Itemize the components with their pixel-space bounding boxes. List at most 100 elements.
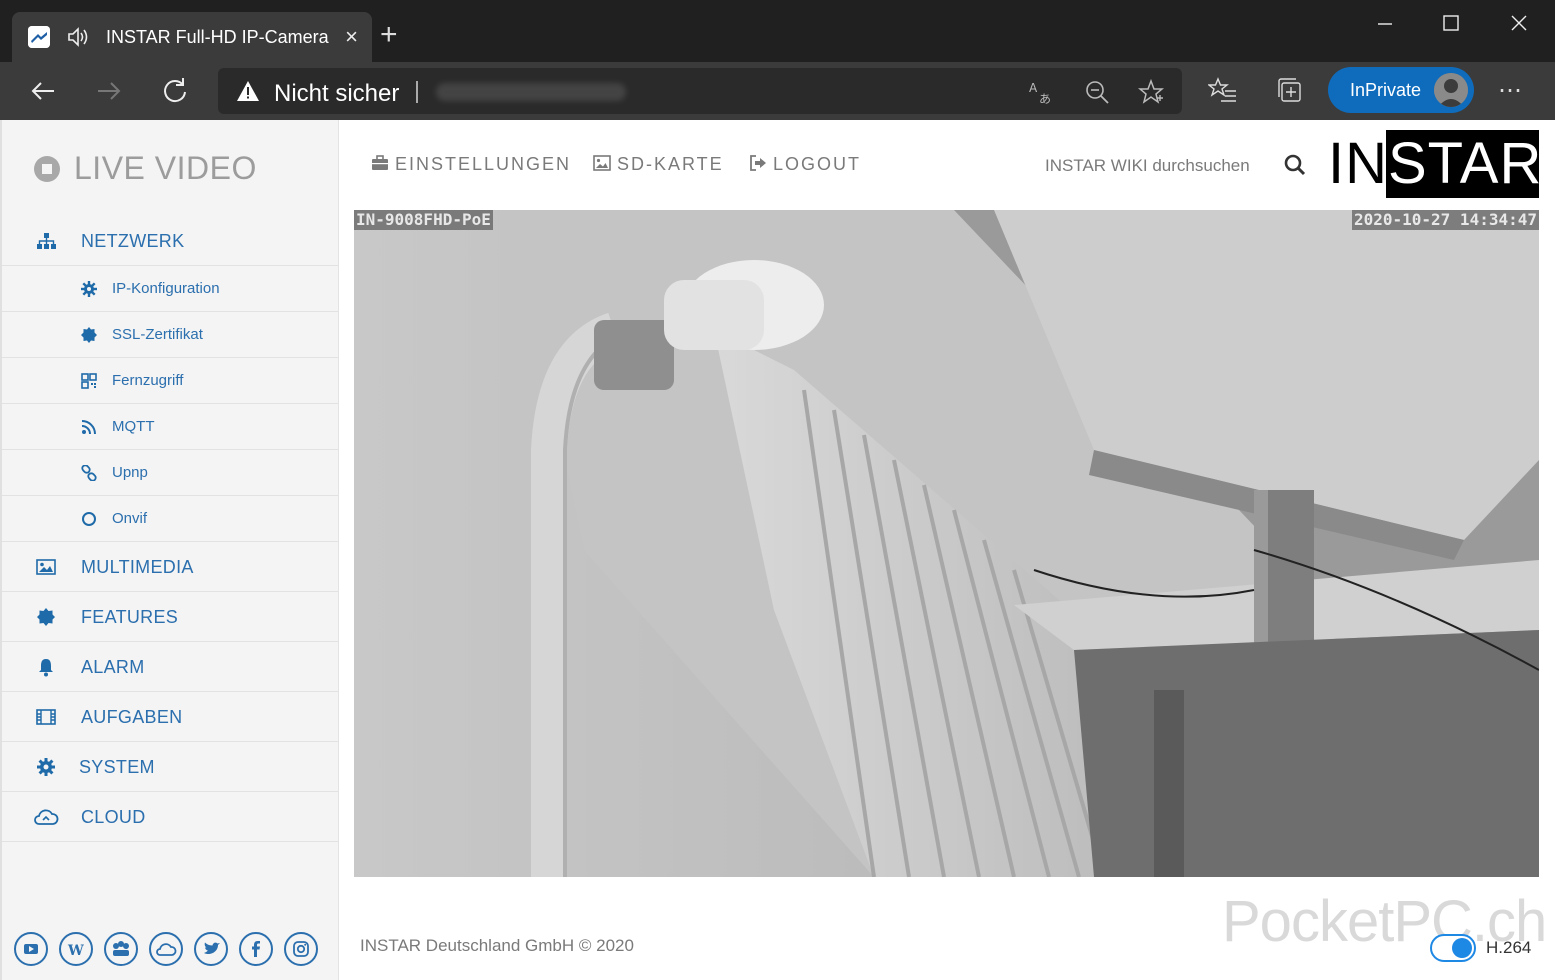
- stop-circle-icon: [34, 156, 60, 182]
- instar-logo[interactable]: INSTAR: [1324, 130, 1539, 198]
- facebook-icon[interactable]: [239, 932, 273, 966]
- logo-text: INSTAR: [1328, 131, 1539, 196]
- settings-link[interactable]: EINSTELLUNGEN: [371, 154, 571, 175]
- sidebar-subitem-fernzugriff[interactable]: Fernzugriff: [2, 358, 338, 404]
- community-icon[interactable]: [104, 932, 138, 966]
- live-video-label: LIVE VIDEO: [74, 150, 257, 186]
- bell-icon: [36, 657, 56, 677]
- sidebar-item-label: ALARM: [81, 657, 145, 677]
- gear-icon: [81, 281, 97, 297]
- film-icon: [36, 707, 56, 727]
- badge-icon: [36, 607, 56, 627]
- audio-playing-icon[interactable]: [66, 24, 92, 50]
- logout-link[interactable]: LOGOUT: [749, 154, 861, 175]
- camera-name-overlay: IN-9008FHD-PoE: [354, 210, 493, 230]
- url-text-blurred: [436, 83, 626, 101]
- forward-arrow-icon[interactable]: [92, 74, 126, 108]
- settings-label: EINSTELLUNGEN: [395, 154, 572, 174]
- close-window-icon[interactable]: [1504, 8, 1534, 38]
- sidebar-subitem-ssl-zertifikat[interactable]: SSL-Zertifikat: [2, 312, 338, 358]
- rss-icon: [81, 419, 97, 435]
- sidebar-subitem-onvif[interactable]: Onvif: [2, 496, 338, 542]
- social-links: W: [12, 932, 332, 972]
- codec-toggle[interactable]: H.264: [1430, 934, 1540, 962]
- live-video-stream[interactable]: IN-9008FHD-PoE 2020-10-27 14:34:47: [354, 210, 1539, 877]
- svg-text:あ: あ: [1039, 92, 1051, 105]
- sidebar-item-label: MULTIMEDIA: [81, 557, 194, 577]
- timestamp-overlay: 2020-10-27 14:34:47: [1351, 210, 1539, 230]
- inprivate-button[interactable]: InPrivate: [1328, 67, 1474, 113]
- cloud-icon[interactable]: [149, 932, 183, 966]
- logout-icon: [749, 155, 767, 171]
- security-status[interactable]: Nicht sicher: [274, 80, 399, 108]
- sidebar-subitem-upnp[interactable]: Upnp: [2, 450, 338, 496]
- twitter-icon[interactable]: [194, 932, 228, 966]
- sidebar-item-label: FEATURES: [81, 607, 179, 627]
- top-navigation: EINSTELLUNGEN SD-KARTE LOGOUT INSTAR WIK…: [340, 120, 1555, 210]
- close-tab-icon[interactable]: ×: [345, 24, 358, 50]
- logout-label: LOGOUT: [773, 154, 862, 174]
- sidebar-menu: NETZWERK IP-Konfiguration SSL-Zertifikat…: [2, 216, 338, 842]
- sidebar-subitem-label: MQTT: [112, 418, 155, 435]
- footer-copyright: INSTAR Deutschland GmbH © 2020: [360, 936, 634, 955]
- back-arrow-icon[interactable]: [26, 74, 60, 108]
- browser-tab[interactable]: INSTAR Full-HD IP-Camera ×: [12, 12, 372, 62]
- address-bar[interactable]: Nicht sicher Aあ: [218, 68, 1182, 114]
- briefcase-icon: [371, 155, 389, 171]
- warning-icon: [236, 80, 260, 102]
- more-menu-icon[interactable]: ⋯: [1498, 76, 1524, 105]
- sidebar-item-aufgaben[interactable]: AUFGABEN: [2, 692, 338, 742]
- codec-switch[interactable]: [1430, 934, 1476, 962]
- svg-text:W: W: [67, 943, 84, 959]
- sidebar-subitem-label: SSL-Zertifikat: [112, 326, 203, 343]
- wiki-search-input[interactable]: INSTAR WIKI durchsuchen: [1045, 156, 1250, 176]
- address-separator: [416, 81, 418, 103]
- browser-toolbar: Nicht sicher Aあ InPrivate ⋯: [0, 62, 1555, 120]
- sidebar-subitem-label: Onvif: [112, 510, 148, 527]
- wordpress-icon[interactable]: W: [59, 932, 93, 966]
- sidebar-item-netzwerk[interactable]: NETZWERK: [2, 216, 338, 266]
- sidebar-subitem-label: IP-Konfiguration: [112, 280, 220, 297]
- sidebar-item-features[interactable]: FEATURES: [2, 592, 338, 642]
- profile-avatar-icon: [1434, 73, 1468, 107]
- sidebar-item-label: SYSTEM: [79, 757, 155, 777]
- new-tab-button[interactable]: +: [380, 20, 398, 50]
- translate-icon[interactable]: Aあ: [1028, 79, 1054, 106]
- refresh-icon[interactable]: [158, 74, 192, 108]
- sidebar-item-label: CLOUD: [81, 807, 146, 827]
- youtube-icon[interactable]: [14, 932, 48, 966]
- collections-icon[interactable]: [1276, 76, 1306, 106]
- minimize-icon[interactable]: [1370, 8, 1400, 38]
- sidebar-subitem-label: Fernzugriff: [112, 372, 184, 389]
- sitemap-icon: [36, 231, 56, 251]
- favicon-icon: [28, 26, 50, 48]
- gear-icon: [36, 757, 56, 777]
- codec-label: H.264: [1486, 938, 1532, 957]
- sidebar: LIVE VIDEO NETZWERK IP-Konfiguration SSL…: [0, 120, 339, 980]
- sidebar-item-cloud[interactable]: CLOUD: [2, 792, 338, 842]
- sidebar-subitem-ip-konfiguration[interactable]: IP-Konfiguration: [2, 266, 338, 312]
- sidebar-item-label: NETZWERK: [81, 231, 185, 251]
- svg-text:A: A: [1029, 81, 1038, 95]
- qrcode-icon: [81, 373, 97, 389]
- image-icon: [593, 155, 611, 171]
- browser-titlebar: INSTAR Full-HD IP-Camera × +: [0, 0, 1555, 62]
- sidebar-item-multimedia[interactable]: MULTIMEDIA: [2, 542, 338, 592]
- sidebar-item-label: AUFGABEN: [81, 707, 183, 727]
- certificate-icon: [81, 327, 97, 343]
- search-icon[interactable]: [1284, 154, 1306, 176]
- favorites-list-icon[interactable]: [1207, 76, 1238, 106]
- zoom-out-icon[interactable]: [1084, 79, 1110, 105]
- sdcard-link[interactable]: SD-KARTE: [593, 154, 724, 175]
- sdcard-label: SD-KARTE: [617, 154, 724, 174]
- instagram-icon[interactable]: [284, 932, 318, 966]
- maximize-icon[interactable]: [1436, 8, 1466, 38]
- image-icon: [36, 557, 56, 577]
- sidebar-subitem-mqtt[interactable]: MQTT: [2, 404, 338, 450]
- sidebar-item-system[interactable]: SYSTEM: [2, 742, 338, 792]
- logo-text-dark: IN: [1328, 131, 1388, 196]
- camera-image: [354, 210, 1539, 877]
- sidebar-subitem-label: Upnp: [112, 464, 148, 481]
- favorite-star-icon[interactable]: [1137, 78, 1165, 105]
- sidebar-item-alarm[interactable]: ALARM: [2, 642, 338, 692]
